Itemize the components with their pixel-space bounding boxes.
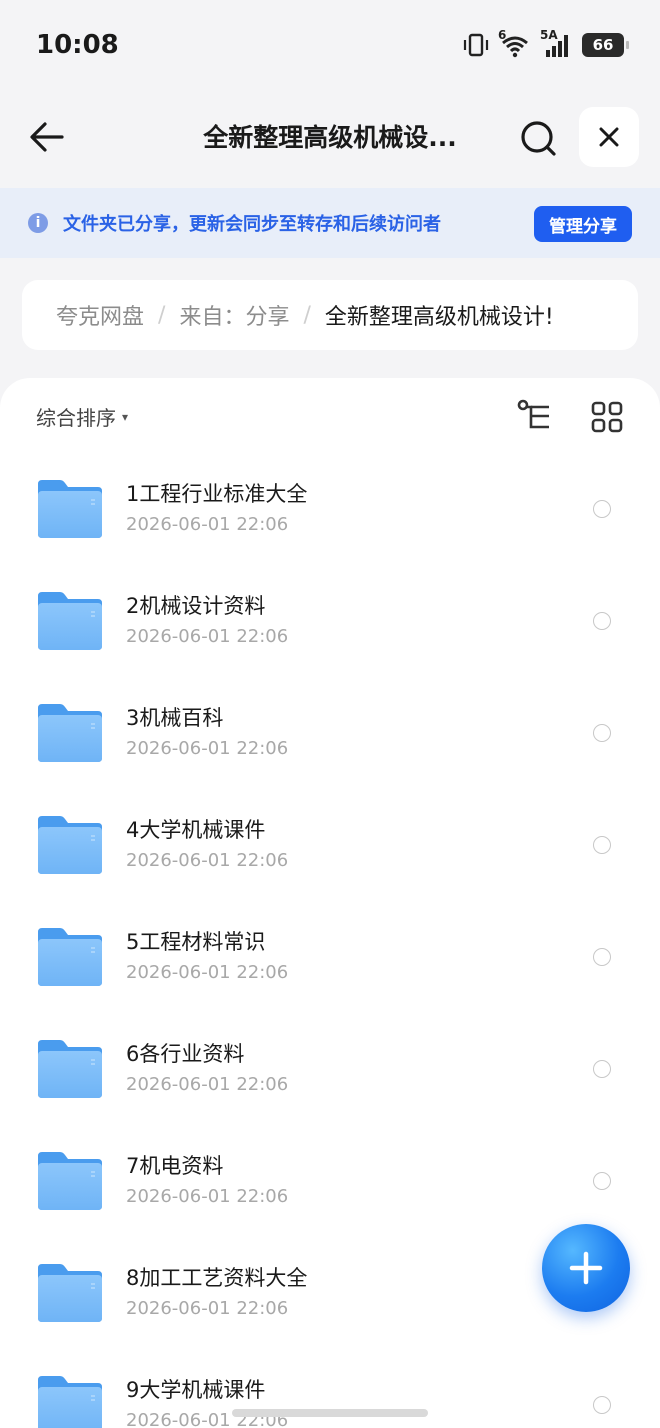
breadcrumb-separator: / <box>303 302 311 328</box>
share-notice-bar: i 文件夹已分享，更新会同步至转存和后续访问者 管理分享 <box>0 188 660 258</box>
file-name: 4大学机械课件 <box>126 818 266 842</box>
manage-share-button[interactable]: 管理分享 <box>534 206 632 242</box>
page-title: 全新整理高级机械设... <box>203 123 457 152</box>
search-icon <box>521 121 556 156</box>
close-button[interactable] <box>579 107 639 167</box>
file-item[interactable]: 4大学机械课件 2026-06-01 22:06 <box>0 792 660 904</box>
battery-icon: 66 <box>582 33 629 57</box>
breadcrumb-root[interactable]: 夸克网盘 <box>56 299 144 331</box>
file-date: 2026-06-01 22:06 <box>126 626 289 647</box>
share-notice-text: 文件夹已分享，更新会同步至转存和后续访问者 <box>63 214 441 235</box>
select-radio[interactable] <box>593 1172 611 1190</box>
file-item[interactable]: 1工程行业标准大全 2026-06-01 22:06 <box>0 456 660 568</box>
file-date: 2026-06-01 22:06 <box>126 514 289 535</box>
wifi-icon <box>502 36 528 58</box>
folder-icon <box>38 480 102 538</box>
caret-down-icon: ▾ <box>122 409 129 424</box>
folder-icon <box>38 1152 102 1210</box>
folder-icon <box>38 928 102 986</box>
sort-label: 综合排序 <box>36 406 116 430</box>
wifi-indicator: 6 <box>498 28 532 58</box>
folder-icon <box>38 1040 102 1098</box>
file-date: 2026-06-01 22:06 <box>126 1074 289 1095</box>
file-date: 2026-06-01 22:06 <box>126 1298 289 1319</box>
folder-icon <box>38 592 102 650</box>
breadcrumb-separator: / <box>158 302 166 328</box>
status-bar: 10:08 6 5A 66 <box>0 0 660 95</box>
file-name: 3机械百科 <box>126 706 224 730</box>
select-radio[interactable] <box>593 500 611 518</box>
file-item[interactable]: 5工程材料常识 2026-06-01 22:06 <box>0 904 660 1016</box>
select-radio[interactable] <box>593 836 611 854</box>
select-radio[interactable] <box>593 1060 611 1078</box>
file-date: 2026-06-01 22:06 <box>126 738 289 759</box>
status-time: 10:08 <box>36 30 119 60</box>
file-name: 2机械设计资料 <box>126 594 266 618</box>
breadcrumb-shared[interactable]: 来自：分享 <box>179 299 289 331</box>
file-date: 2026-06-01 22:06 <box>126 962 289 983</box>
grid-view-icon <box>591 401 623 433</box>
file-item[interactable]: 6各行业资料 2026-06-01 22:06 <box>0 1016 660 1128</box>
nav-bar: 全新整理高级机械设... <box>0 100 660 172</box>
select-radio[interactable] <box>593 948 611 966</box>
info-icon: i <box>28 213 48 233</box>
file-date: 2026-06-01 22:06 <box>126 1186 289 1207</box>
folder-icon <box>38 1376 102 1428</box>
close-icon <box>599 127 619 147</box>
file-item[interactable]: 7机电资料 2026-06-01 22:06 <box>0 1128 660 1240</box>
select-radio[interactable] <box>593 1396 611 1414</box>
vibrate-icon <box>463 33 489 57</box>
search-button[interactable] <box>514 114 562 162</box>
file-name: 6各行业资料 <box>126 1042 245 1066</box>
signal-icon <box>546 35 568 57</box>
folder-icon <box>38 704 102 762</box>
breadcrumb-current: 全新整理高级机械设计! <box>324 305 554 330</box>
file-item[interactable]: 2机械设计资料 2026-06-01 22:06 <box>0 568 660 680</box>
breadcrumb: 夸克网盘 / 来自：分享 / 全新整理高级机械设计! <box>22 280 638 350</box>
plus-icon <box>569 1251 603 1285</box>
add-button[interactable] <box>542 1224 630 1312</box>
file-name: 8加工工艺资料大全 <box>126 1266 308 1290</box>
file-date: 2026-06-01 22:06 <box>126 850 289 871</box>
folder-icon <box>38 1264 102 1322</box>
file-item[interactable]: 3机械百科 2026-06-01 22:06 <box>0 680 660 792</box>
folder-icon <box>38 816 102 874</box>
file-name: 9大学机械课件 <box>126 1378 266 1402</box>
home-indicator[interactable] <box>232 1409 428 1417</box>
file-name: 1工程行业标准大全 <box>126 482 308 506</box>
select-radio[interactable] <box>593 612 611 630</box>
back-arrow-icon <box>30 122 64 152</box>
file-name: 5工程材料常识 <box>126 930 266 954</box>
select-radio[interactable] <box>593 724 611 742</box>
file-name: 7机电资料 <box>126 1154 224 1178</box>
sort-dropdown[interactable]: 综合排序 ▾ <box>36 402 128 431</box>
back-button[interactable] <box>24 114 70 160</box>
status-icons: 6 5A 66 <box>462 28 629 58</box>
tree-view-button[interactable] <box>516 398 556 434</box>
grid-view-button[interactable] <box>590 400 624 434</box>
tree-view-icon <box>517 399 549 429</box>
signal-indicator: 5A <box>540 28 574 58</box>
